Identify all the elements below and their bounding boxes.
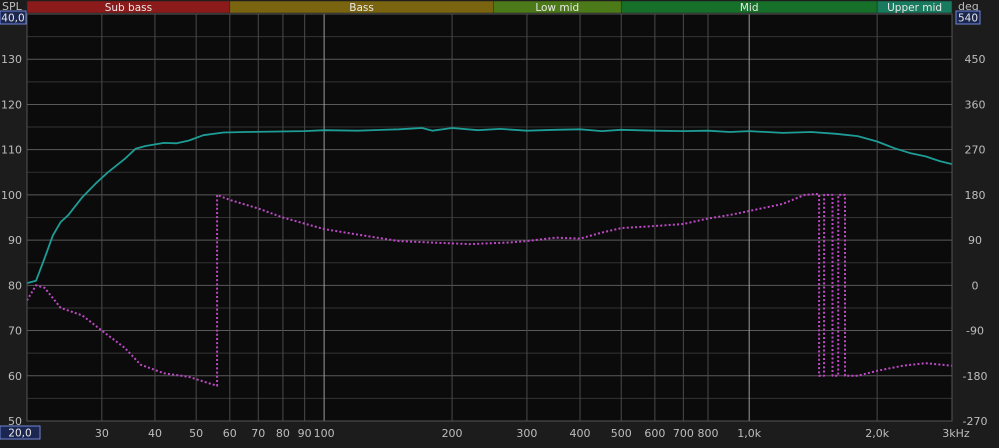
y-right-tick-label: 360 [965,98,986,111]
y-right-tick-label: 180 [965,189,986,202]
y-right-tick-label: 90 [968,234,982,247]
x-tick-label: 70 [251,427,265,440]
x-tick-label: 800 [697,427,718,440]
y-left-tick-label: 80 [8,279,22,292]
x-tick-label: 500 [611,427,632,440]
x-tick-label: 60 [223,427,237,440]
x-start-value: 20,0 [8,428,31,440]
x-tick-label: 90 [298,427,312,440]
y-left-tick-label: 90 [8,234,22,247]
y-right-tick-label: 0 [972,279,979,292]
y-left-tick-label: 120 [1,98,22,111]
y-left-tick-label: 110 [1,144,22,157]
y-right-tick-label: 270 [965,144,986,157]
x-tick-label: 700 [673,427,694,440]
x-tick-label: 1,0k [737,427,761,440]
x-tick-label: 40 [148,427,162,440]
y-left-tick-label: 60 [8,370,22,383]
y-left-tick-label: 100 [1,189,22,202]
frequency-response-chart: Sub bass Bass Low mid Mid Upper mid 50 60 70 80… [0,0,999,448]
band-label: Sub bass [105,2,152,14]
y-right-top-value: 540 [958,13,978,25]
y-left-top-value: 40,0 [1,13,24,25]
y-left-tick-label: 130 [1,53,22,66]
y-right-tick-label: -90 [966,325,984,338]
x-tick-label: 2,0k [865,427,889,440]
x-tick-label: 200 [442,427,463,440]
band-label: Upper mid [887,2,942,14]
y-left-tick-label: 70 [8,325,22,338]
x-tick-label: 50 [189,427,203,440]
x-tick-label: 300 [516,427,537,440]
x-tick-label: 100 [314,427,335,440]
band-label: Mid [740,2,759,14]
x-tick-label: 80 [276,427,290,440]
band-label: Bass [349,2,374,14]
frequency-band-bar: Sub bass Bass Low mid Mid Upper mid [26,0,953,14]
y-right-tick-label: 450 [965,53,986,66]
band-label: Low mid [535,2,579,14]
y-right-tick-label: -180 [963,370,988,383]
x-tick-label: 400 [570,427,591,440]
x-tick-label: 600 [644,427,665,440]
x-end-label: 3kHz [942,427,970,440]
x-tick-label: 30 [95,427,109,440]
